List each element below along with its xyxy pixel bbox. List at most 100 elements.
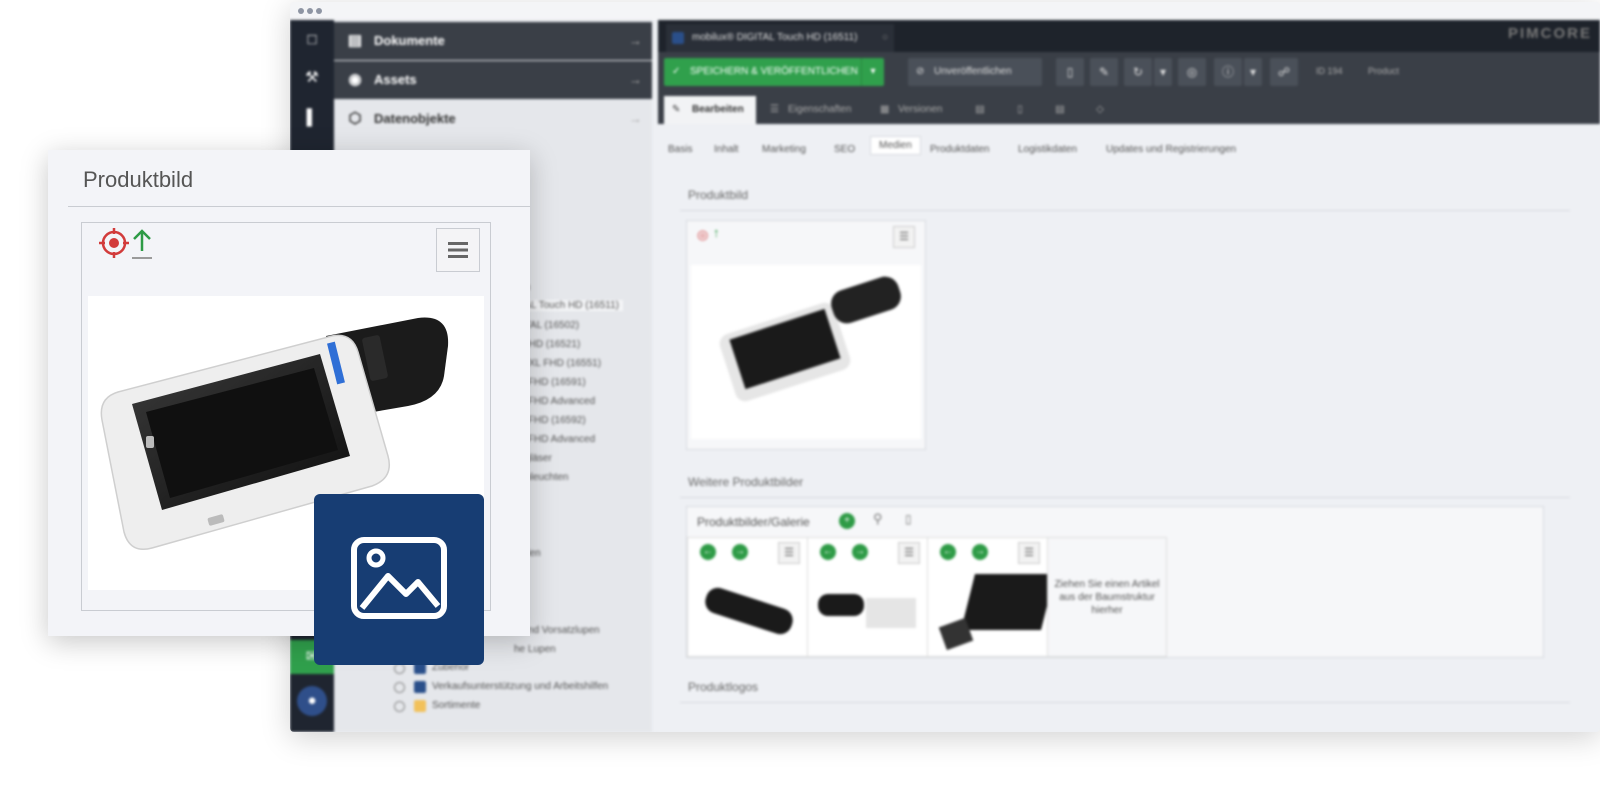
- user-avatar-icon[interactable]: ●: [297, 686, 327, 716]
- menu-icon[interactable]: ☰: [1018, 542, 1040, 564]
- divider: [680, 210, 1570, 211]
- target-icon[interactable]: ◎: [697, 227, 708, 243]
- accordion-assets[interactable]: ◉ Assets →: [334, 61, 652, 99]
- pencil-icon[interactable]: ✎: [1090, 58, 1118, 86]
- arrow-right-icon: →: [629, 72, 642, 87]
- drop-zone[interactable]: Ziehen Sie einen Artikel aus der Baumstr…: [1047, 537, 1167, 657]
- expand-icon[interactable]: [394, 701, 405, 712]
- file-icon[interactable]: □: [300, 28, 324, 52]
- section-title: Produktbild: [688, 188, 749, 202]
- info-icon[interactable]: ⓘ: [1214, 58, 1242, 86]
- gallery-item[interactable]: ← → ☰: [687, 537, 809, 657]
- menu-icon[interactable]: ☰: [898, 542, 920, 564]
- document-icon: ▤: [347, 32, 363, 49]
- close-icon[interactable]: ○: [882, 24, 888, 52]
- object-icon: [672, 32, 684, 44]
- reload-icon[interactable]: ↻: [1124, 58, 1152, 86]
- search-icon[interactable]: ⚲: [873, 511, 883, 527]
- calendar-icon[interactable]: ▤: [968, 96, 992, 124]
- editor-toolbar: ✓ SPEICHERN & VERÖFFENTLICHEN ▾ ⊘ Unverö…: [658, 52, 1600, 92]
- subtab-medien[interactable]: Medien: [870, 136, 921, 155]
- menu-button[interactable]: [436, 228, 480, 272]
- image-badge: [314, 494, 484, 665]
- gallery-item[interactable]: ← → ☰: [807, 537, 929, 657]
- save-publish-button[interactable]: ✓ SPEICHERN & VERÖFFENTLICHEN ▾: [664, 58, 884, 86]
- tab-eigenschaften[interactable]: ☰ Eigenschaften: [766, 96, 862, 124]
- chart-icon[interactable]: ▌: [300, 106, 324, 130]
- folder-icon: [414, 700, 426, 712]
- pimcore-logo: PIMCORE: [1507, 25, 1592, 42]
- popup-title: Produktbild: [83, 167, 194, 192]
- tree-item[interactable]: Sortimente: [432, 700, 480, 711]
- menu-icon[interactable]: ☰: [893, 226, 915, 248]
- thumbnail-image: [818, 594, 864, 616]
- sub-tabs: Basis Inhalt Marketing SEO Medien Produk…: [658, 136, 1600, 162]
- window-dot: [298, 8, 304, 14]
- subtab-marketing[interactable]: Marketing: [762, 144, 806, 155]
- block-icon: ⊘: [916, 66, 925, 77]
- expand-icon[interactable]: [394, 682, 405, 693]
- arrow-right-icon[interactable]: →: [732, 544, 748, 560]
- clipboard-icon[interactable]: ▤: [1048, 96, 1072, 124]
- tag-icon[interactable]: ◇: [1088, 96, 1112, 124]
- object-icon: [414, 681, 426, 693]
- tab-bearbeiten[interactable]: ✎ Bearbeiten: [664, 96, 756, 124]
- arrow-right-icon[interactable]: →: [852, 544, 868, 560]
- window-dot: [307, 8, 313, 14]
- subtab-inhalt[interactable]: Inhalt: [714, 144, 738, 155]
- wrench-icon[interactable]: ⚒: [300, 66, 324, 90]
- tab-versionen[interactable]: ▦ Versionen: [876, 96, 956, 124]
- object-id: ID 194: [1316, 66, 1343, 76]
- chevron-down-icon[interactable]: ▾: [1154, 58, 1172, 86]
- subtab-updates[interactable]: Updates und Registrierungen: [1106, 144, 1236, 155]
- hamburger-icon: [448, 242, 468, 258]
- menu-icon[interactable]: ☰: [778, 542, 800, 564]
- gallery-field: Produktbilder/Galerie + ⚲ ▯ ← → ☰ ← → ☰: [686, 506, 1544, 658]
- subtab-basis[interactable]: Basis: [668, 144, 692, 155]
- share-icon[interactable]: ☍: [1270, 58, 1298, 86]
- thumbnail-image: [702, 584, 796, 638]
- upload-icon[interactable]: ↑: [713, 225, 720, 240]
- add-icon[interactable]: +: [839, 513, 855, 529]
- target-icon[interactable]: [98, 227, 130, 259]
- clear-icon[interactable]: ▯: [905, 512, 912, 526]
- divider: [68, 206, 530, 207]
- gallery-title: Produktbilder/Galerie: [697, 515, 810, 529]
- arrow-left-icon[interactable]: ←: [940, 544, 956, 560]
- target-icon[interactable]: ◎: [1178, 58, 1206, 86]
- document-tab[interactable]: mobilux® DIGITAL Touch HD (16511) ○: [666, 24, 894, 52]
- arrow-left-icon[interactable]: ←: [700, 544, 716, 560]
- camera-icon: ◉: [348, 71, 362, 88]
- thumbnail-image: [866, 598, 916, 628]
- pencil-icon: ✎: [672, 104, 681, 115]
- section-title: Produktlogos: [688, 680, 759, 694]
- thumbnail-image: [961, 574, 1055, 630]
- grid-icon: ▦: [880, 104, 890, 115]
- editor-panel: mobilux® DIGITAL Touch HD (16511) ○ PIMC…: [658, 20, 1600, 732]
- trash-icon[interactable]: ▯: [1056, 58, 1084, 86]
- accordion-dokumente[interactable]: ▤ Dokumente →: [334, 22, 652, 60]
- chevron-down-icon[interactable]: ▾: [1244, 58, 1262, 86]
- arrow-right-icon[interactable]: →: [972, 544, 988, 560]
- subtab-produktdaten[interactable]: Produktdaten: [930, 144, 990, 155]
- tree-item[interactable]: he Lupen: [514, 644, 556, 655]
- gallery-item[interactable]: ← → ☰: [927, 537, 1055, 657]
- arrow-right-icon: →: [629, 33, 642, 48]
- image-field[interactable]: ◎ ↑ ☰: [686, 220, 926, 450]
- chevron-down-icon[interactable]: ▾: [861, 58, 884, 86]
- section-title: Weitere Produktbilder: [688, 475, 804, 489]
- accordion-datenobjekte[interactable]: ⬡ Datenobjekte →: [334, 100, 652, 138]
- arrow-right-icon: →: [629, 111, 642, 126]
- arrow-left-icon[interactable]: ←: [820, 544, 836, 560]
- tree-item[interactable]: Verkaufsunterstützung und Arbeitshilfen: [432, 681, 608, 692]
- sliders-icon: ☰: [770, 104, 779, 115]
- subtab-seo[interactable]: SEO: [834, 144, 855, 155]
- subtab-logistikdaten[interactable]: Logistikdaten: [1018, 144, 1077, 155]
- unpublish-button[interactable]: ⊘ Unveröffentlichen: [908, 58, 1042, 86]
- window-titlebar: [290, 2, 1600, 20]
- check-icon: ✓: [672, 66, 681, 77]
- divider: [680, 497, 1570, 498]
- upload-icon[interactable]: [130, 227, 154, 261]
- cube-icon: ⬡: [348, 110, 362, 127]
- bookmark-icon[interactable]: ▯: [1008, 96, 1032, 124]
